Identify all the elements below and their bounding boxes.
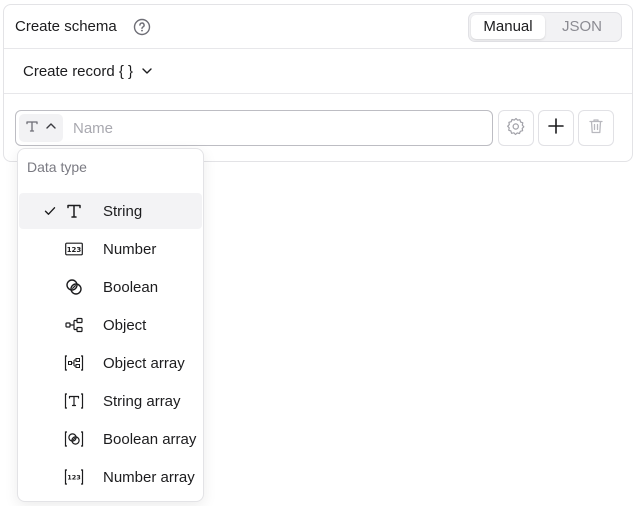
number-type-icon: 123 bbox=[61, 242, 87, 256]
field-row bbox=[4, 94, 632, 146]
boolean-type-icon bbox=[61, 278, 87, 296]
string-type-icon bbox=[61, 202, 87, 220]
menu-item-object-array[interactable]: Object array bbox=[19, 345, 202, 381]
add-field-button[interactable] bbox=[538, 110, 574, 146]
data-type-menu-label: Data type bbox=[27, 159, 87, 175]
string-array-type-icon bbox=[61, 392, 87, 410]
string-type-icon bbox=[25, 119, 39, 138]
menu-item-boolean-array[interactable]: Boolean array bbox=[19, 421, 202, 457]
gear-icon bbox=[506, 116, 526, 141]
mode-toggle: Manual JSON bbox=[468, 11, 622, 42]
manual-mode-button[interactable]: Manual bbox=[471, 14, 545, 39]
menu-item-label: Number bbox=[103, 240, 157, 258]
json-mode-button[interactable]: JSON bbox=[545, 15, 619, 39]
menu-item-label: Number array bbox=[103, 468, 195, 486]
data-type-menu: Data type String 123 Number Boolean Obje… bbox=[17, 148, 204, 502]
svg-text:123: 123 bbox=[67, 246, 82, 254]
data-type-list: String 123 Number Boolean Object Object … bbox=[18, 193, 203, 495]
number-array-type-icon: 123 bbox=[61, 468, 87, 486]
menu-item-string[interactable]: String bbox=[19, 193, 202, 229]
menu-item-label: String array bbox=[103, 392, 181, 410]
menu-item-label: Boolean bbox=[103, 278, 159, 296]
help-icon[interactable] bbox=[132, 17, 152, 37]
svg-text:123: 123 bbox=[67, 474, 81, 482]
object-array-type-icon bbox=[61, 354, 87, 372]
schema-card: Create schema Manual JSON Create record … bbox=[3, 4, 633, 162]
menu-item-string-array[interactable]: String array bbox=[19, 383, 202, 419]
record-row: Create record { } bbox=[4, 49, 632, 94]
chevron-down-icon bbox=[140, 64, 154, 78]
menu-item-label: Boolean array bbox=[103, 430, 197, 448]
data-type-selector[interactable] bbox=[19, 114, 63, 142]
create-record-label: Create record { } bbox=[23, 62, 134, 80]
card-header: Create schema Manual JSON bbox=[4, 5, 632, 49]
check-icon bbox=[19, 204, 59, 218]
page-title: Create schema bbox=[15, 18, 117, 35]
trash-icon bbox=[587, 117, 605, 140]
menu-item-label: Object array bbox=[103, 354, 185, 372]
delete-field-button[interactable] bbox=[578, 110, 614, 146]
settings-button[interactable] bbox=[498, 110, 534, 146]
menu-item-number-array[interactable]: 123 Number array bbox=[19, 459, 202, 495]
chevron-up-icon bbox=[45, 119, 57, 137]
field-input-group bbox=[15, 110, 493, 146]
create-record-dropdown[interactable]: Create record { } bbox=[23, 63, 154, 80]
plus-icon bbox=[546, 116, 566, 141]
menu-item-number[interactable]: 123 Number bbox=[19, 231, 202, 267]
menu-item-object[interactable]: Object bbox=[19, 307, 202, 343]
menu-item-boolean[interactable]: Boolean bbox=[19, 269, 202, 305]
boolean-array-type-icon bbox=[61, 430, 87, 448]
menu-item-label: Object bbox=[103, 316, 147, 334]
object-type-icon bbox=[61, 317, 87, 333]
menu-item-label: String bbox=[103, 202, 143, 220]
name-input[interactable] bbox=[73, 119, 489, 137]
